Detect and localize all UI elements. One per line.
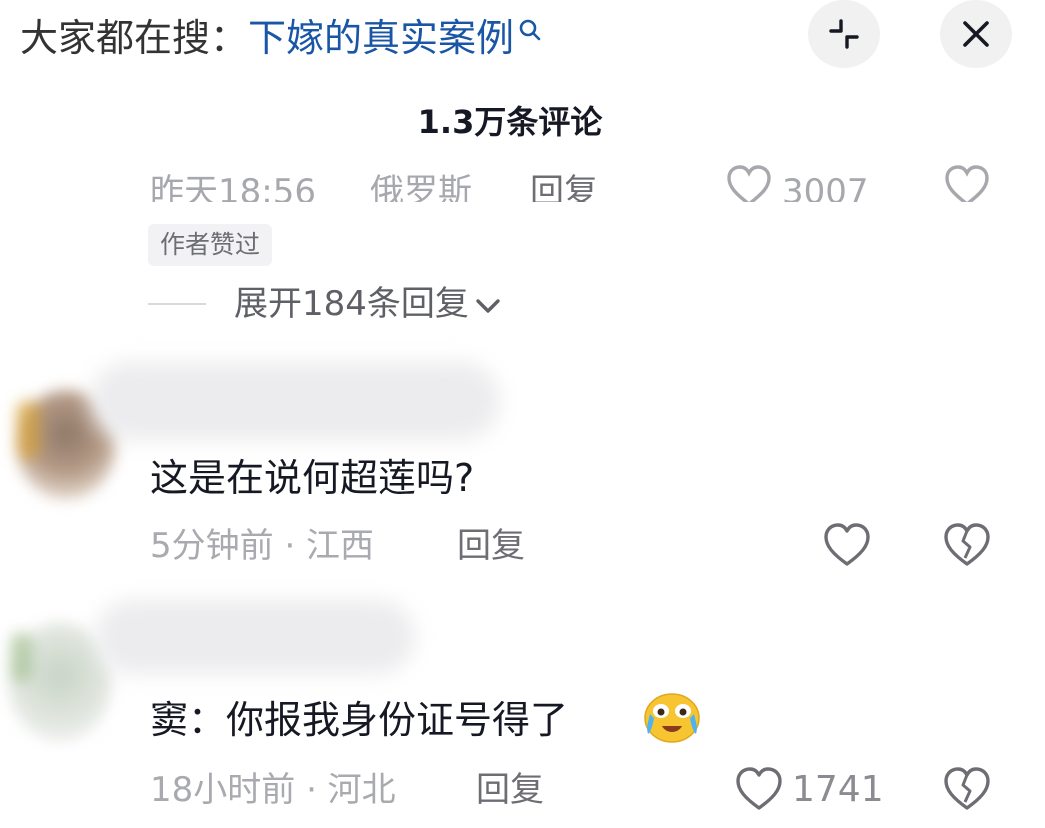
reply-button[interactable]: 回复 (476, 766, 544, 814)
heart-icon[interactable] (823, 522, 871, 568)
collapse-button[interactable] (808, 0, 880, 68)
search-suggestion-prefix: 大家都在搜： (20, 16, 249, 60)
username-blurred[interactable] (95, 600, 415, 674)
comment-text: 这是在说何超莲吗? (150, 456, 475, 500)
previous-comment-footer: 昨天18:56 俄罗斯 回复 3007 (0, 162, 1045, 202)
username-blurred[interactable] (90, 362, 500, 440)
search-suggestion[interactable]: 大家都在搜：下嫁的真实案例 (20, 14, 542, 62)
close-icon (963, 21, 989, 47)
broken-heart-icon[interactable] (944, 164, 990, 202)
previous-comment-location: 俄罗斯 (370, 172, 472, 202)
broken-heart-icon[interactable] (943, 522, 991, 568)
crying-laughing-emoji (644, 693, 700, 743)
reply-button[interactable]: 回复 (457, 522, 525, 570)
expand-replies-button[interactable]: 展开184条回复 (234, 282, 503, 326)
comment-meta: 5分钟前 · 江西 (150, 526, 375, 566)
search-icon (519, 19, 541, 41)
chevron-down-icon (476, 298, 500, 313)
close-button[interactable] (940, 0, 1012, 68)
search-suggestion-query[interactable]: 下嫁的真实案例 (248, 16, 514, 60)
previous-comment-reply-button[interactable]: 回复 (530, 164, 598, 202)
heart-icon[interactable] (726, 164, 772, 202)
previous-comment-like-count: 3007 (782, 172, 869, 202)
like-count: 1741 (792, 769, 884, 810)
previous-comment-time: 昨天18:56 (150, 172, 316, 202)
collapse-icon (829, 19, 859, 49)
comment-text: 窦：你报我身份证号得了 (150, 698, 569, 742)
expand-divider (148, 303, 206, 305)
author-liked-badge: 作者赞过 (148, 224, 273, 266)
comment-meta: 18小时前 · 河北 (150, 770, 396, 810)
broken-heart-icon[interactable] (943, 766, 991, 812)
expand-replies-label: 展开184条回复 (234, 284, 469, 324)
comments-count-title: 1.3万条评论 (417, 103, 603, 141)
heart-icon[interactable] (735, 766, 783, 812)
